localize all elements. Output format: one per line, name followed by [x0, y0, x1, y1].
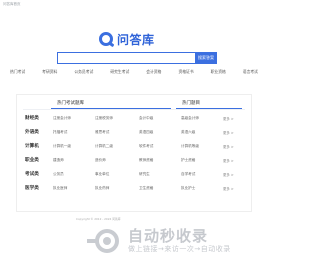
category-link[interactable]: 公务员 [53, 172, 64, 177]
category-row: 计算机 计算机一级 计算机二级 软件考试 计算机等级 更多 > [17, 140, 253, 152]
search-bar: 搜索答案 [57, 52, 217, 64]
logo-text: 问答库 [117, 32, 155, 47]
category-link[interactable]: 事业单位 [95, 172, 109, 177]
watermark-title: 自动秒收录 [128, 227, 209, 245]
nav-item[interactable]: 会计资格 [146, 69, 161, 75]
divider [23, 109, 245, 110]
category-name: 外语类 [25, 130, 39, 135]
nav-item[interactable]: 研究生考试 [110, 69, 129, 75]
category-link[interactable]: 高级会计师 [181, 116, 199, 121]
category-link[interactable]: 注册会计师 [53, 116, 71, 121]
more-link[interactable]: 更多 > [223, 172, 234, 177]
nav-item[interactable]: 公务员考试 [74, 69, 93, 75]
panel-title-hot-questions[interactable]: 热门题目 [182, 98, 200, 108]
search-input[interactable] [57, 52, 195, 64]
nav-item[interactable]: 考研资料 [42, 69, 57, 75]
category-link[interactable]: 雅思考试 [95, 130, 109, 135]
watermark-text: 自动秒收录 做上链接→来访一次→自动收录 [128, 227, 231, 254]
category-row: 考试类 公务员 事业单位 研究生 自学考试 更多 > [17, 168, 253, 180]
category-nav: 热门考试 考研资料 公务员考试 研究生考试 会计资格 资格证书 职业资格 语言考… [10, 69, 258, 75]
page-top-note: 问答库首页 [3, 2, 21, 6]
category-link[interactable]: 执业医师 [53, 186, 67, 191]
category-link[interactable]: 卫生资格 [139, 186, 153, 191]
nav-item[interactable]: 热门考试 [10, 69, 25, 75]
search-button[interactable]: 搜索答案 [195, 52, 217, 64]
watermark: 自动秒收录 做上链接→来访一次→自动收录 [87, 227, 231, 254]
exam-panel: 热门考试题库 热门题目 财经类 注册会计师 注册税务师 会计中级 高级会计师 更… [16, 94, 252, 212]
category-link[interactable]: 计算机一级 [53, 144, 71, 149]
category-link[interactable]: 执业药师 [95, 186, 109, 191]
more-link[interactable]: 更多 > [223, 116, 234, 121]
nav-item[interactable]: 资格证书 [178, 69, 193, 75]
watermark-subtitle: 做上链接→来访一次→自动收录 [128, 245, 231, 253]
category-link[interactable]: 英语四级 [139, 130, 153, 135]
category-link[interactable]: 建造师 [53, 158, 64, 163]
nav-item[interactable]: 语言考试 [243, 69, 258, 75]
watermark-logo-icon [87, 228, 125, 254]
category-link[interactable]: 造价师 [95, 158, 106, 163]
category-link[interactable]: 自学考试 [181, 172, 195, 177]
category-link[interactable]: 会计中级 [139, 116, 153, 121]
category-link[interactable]: 教师资格 [139, 158, 153, 163]
category-row: 职业类 建造师 造价师 教师资格 护士资格 更多 > [17, 154, 253, 166]
footer-copyright: Copyright © 2012 - 2024 问答库 [76, 217, 121, 221]
category-name: 职业类 [25, 158, 39, 163]
nav-item[interactable]: 职业资格 [211, 69, 226, 75]
category-link[interactable]: 注册税务师 [95, 116, 113, 121]
more-link[interactable]: 更多 > [223, 144, 234, 149]
category-name: 考试类 [25, 172, 39, 177]
category-link[interactable]: 研究生 [139, 172, 150, 177]
category-link[interactable]: 计算机等级 [181, 144, 199, 149]
logo-q-icon [99, 32, 113, 46]
category-link[interactable]: 托福考试 [53, 130, 67, 135]
category-row: 外语类 托福考试 雅思考试 英语四级 英语六级 更多 > [17, 126, 253, 138]
category-link[interactable]: 软件考试 [139, 144, 153, 149]
category-link[interactable]: 护士资格 [181, 158, 195, 163]
panel-title-hot-exams[interactable]: 热门考试题库 [57, 98, 84, 108]
category-row: 财经类 注册会计师 注册税务师 会计中级 高级会计师 更多 > [17, 112, 253, 124]
category-row: 医学类 执业医师 执业药师 卫生资格 执业护士 更多 > [17, 182, 253, 194]
category-name: 医学类 [25, 186, 39, 191]
more-link[interactable]: 更多 > [223, 130, 234, 135]
site-logo[interactable]: 问答库 [99, 30, 155, 48]
category-link[interactable]: 计算机二级 [95, 144, 113, 149]
more-link[interactable]: 更多 > [223, 186, 234, 191]
category-link[interactable]: 英语六级 [181, 130, 195, 135]
category-link[interactable]: 执业护士 [181, 186, 195, 191]
more-link[interactable]: 更多 > [223, 158, 234, 163]
category-name: 财经类 [25, 116, 39, 121]
category-name: 计算机 [25, 144, 39, 149]
